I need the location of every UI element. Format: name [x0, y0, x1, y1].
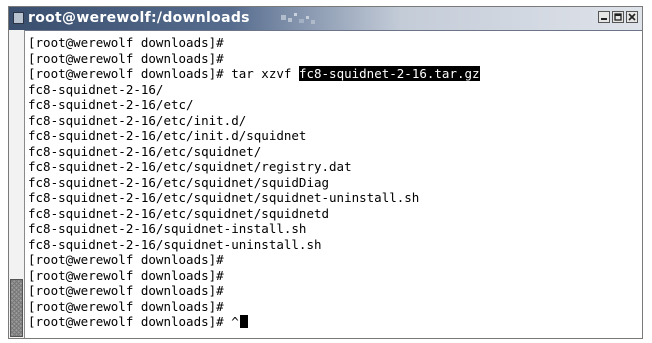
terminal-line: fc8-squidnet-2-16/etc/squidnet/squidnetd: [28, 205, 330, 221]
terminal-window: root@werewolf:/downloads [root@werewolf …: [8, 6, 643, 339]
terminal-line: fc8-squidnet-2-16/etc/squidnet/: [28, 143, 262, 159]
terminal-line-command: [root@werewolf downloads]# tar xzvf fc8-…: [28, 66, 638, 82]
selected-filename[interactable]: fc8-squidnet-2-16.tar.gz: [298, 66, 480, 81]
scrollbar-thumb[interactable]: [10, 279, 23, 337]
terminal-line-prompt: [root@werewolf downloads]# ^: [28, 314, 638, 330]
terminal-line: [root@werewolf downloads]#: [28, 35, 224, 50]
prompt-text: [root@werewolf downloads]# ^: [28, 314, 239, 329]
terminal-line: fc8-squidnet-2-16/: [28, 81, 164, 97]
title-decoration-icon: [281, 13, 315, 24]
terminal-line: [root@werewolf downloads]#: [28, 267, 224, 283]
maximize-icon[interactable]: [612, 11, 624, 23]
terminal-line: [root@werewolf downloads]#: [28, 50, 224, 66]
terminal-line: fc8-squidnet-2-16/etc/squidnet/squidDiag: [28, 174, 330, 190]
minimize-icon[interactable]: [598, 11, 610, 23]
close-icon[interactable]: [626, 11, 638, 23]
command-text: [root@werewolf downloads]# tar xzvf: [28, 66, 299, 81]
terminal-line: fc8-squidnet-2-16/etc/: [28, 97, 194, 112]
scrollbar[interactable]: [9, 30, 25, 338]
terminal-line: [root@werewolf downloads]#: [28, 283, 224, 298]
text-cursor: [239, 315, 248, 328]
title-bar[interactable]: root@werewolf:/downloads: [9, 7, 642, 31]
terminal-line: fc8-squidnet-2-16/squidnet-uninstall.sh: [28, 236, 322, 252]
window-menu-icon[interactable]: [13, 12, 24, 24]
terminal-line: [root@werewolf downloads]#: [28, 252, 224, 267]
terminal-line: fc8-squidnet-2-16/etc/squidnet/squidnet-…: [28, 190, 420, 205]
window-controls: [598, 11, 638, 23]
terminal-line: fc8-squidnet-2-16/squidnet-install.sh: [28, 221, 307, 236]
window-title: root@werewolf:/downloads: [28, 10, 250, 26]
terminal-line: fc8-squidnet-2-16/etc/squidnet/registry.…: [28, 159, 352, 174]
terminal-output[interactable]: [root@werewolf downloads]# [root@werewol…: [28, 35, 638, 335]
terminal-line: fc8-squidnet-2-16/etc/init.d/squidnet: [28, 128, 307, 143]
terminal-line: [root@werewolf downloads]#: [28, 298, 224, 314]
terminal-line: fc8-squidnet-2-16/etc/init.d/: [28, 112, 247, 128]
